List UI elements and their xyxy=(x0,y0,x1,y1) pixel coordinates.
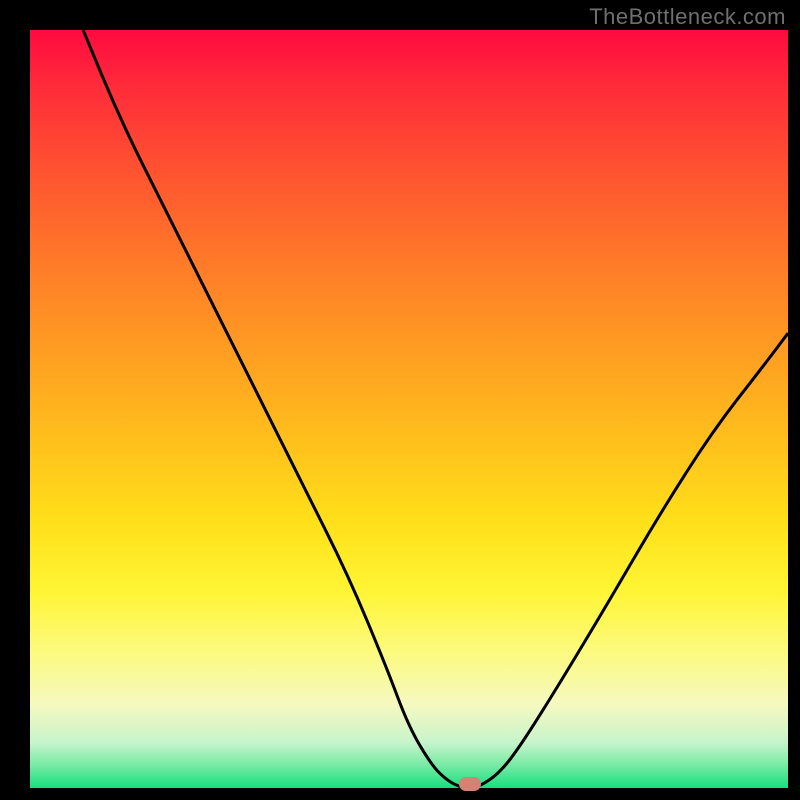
bottleneck-curve xyxy=(30,30,788,788)
plot-area xyxy=(30,30,788,788)
watermark-text: TheBottleneck.com xyxy=(589,4,786,30)
curve-path xyxy=(83,30,788,788)
chart-frame: TheBottleneck.com xyxy=(0,0,800,800)
optimum-marker xyxy=(459,777,481,791)
